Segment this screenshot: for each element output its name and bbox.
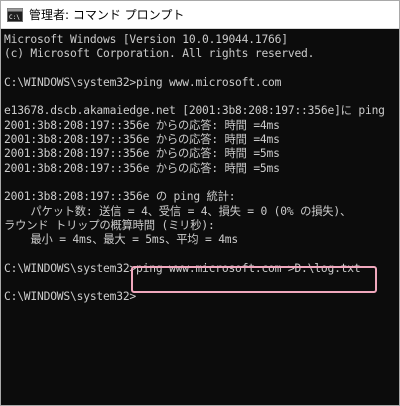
scrollbar[interactable]: [396, 29, 399, 405]
cmd-icon: C:\: [7, 7, 23, 22]
console-output[interactable]: Microsoft Windows [Version 10.0.19044.17…: [1, 29, 399, 405]
window-title: 管理者: コマンド プロンプト: [29, 8, 185, 22]
console-line: 2001:3b8:208:197::356e からの応答: 時間 =5ms: [4, 161, 280, 175]
console-line: e13678.dscb.akamaiedge.net [2001:3b8:208…: [4, 104, 385, 118]
console-line: C:\WINDOWS\system32>: [4, 290, 137, 304]
console-line: C:\WINDOWS\system32>ping www.microsoft.c…: [4, 75, 282, 89]
console-lines: Microsoft Windows [Version 10.0.19044.17…: [4, 33, 399, 305]
title-bar[interactable]: C:\ 管理者: コマンド プロンプト: [1, 1, 399, 29]
svg-text:C:\: C:\: [9, 14, 20, 21]
console-line: 2001:3b8:208:197::356e からの応答: 時間 =4ms: [4, 133, 280, 147]
console-line: Microsoft Windows [Version 10.0.19044.17…: [4, 33, 288, 46]
console-line: 2001:3b8:208:197::356e の ping 統計:: [4, 190, 236, 204]
command-prompt-window: C:\ 管理者: コマンド プロンプト Microsoft Windows [V…: [0, 0, 400, 406]
console-line: (c) Microsoft Corporation. All rights re…: [4, 47, 315, 61]
console-line: 最小 = 4ms、最大 = 5ms、平均 = 4ms: [4, 233, 239, 247]
console-line: パケット数: 送信 = 4、受信 = 4、損失 = 0 (0% の損失)、: [4, 204, 352, 218]
console-line: 2001:3b8:208:197::356e からの応答: 時間 =5ms: [4, 147, 280, 161]
console-line: C:\WINDOWS\system32>ping www.microsoft.c…: [4, 261, 361, 275]
console-line: 2001:3b8:208:197::356e からの応答: 時間 =4ms: [4, 118, 280, 132]
console-line: ラウンド トリップの概算時間 (ミリ秒):: [4, 218, 215, 232]
